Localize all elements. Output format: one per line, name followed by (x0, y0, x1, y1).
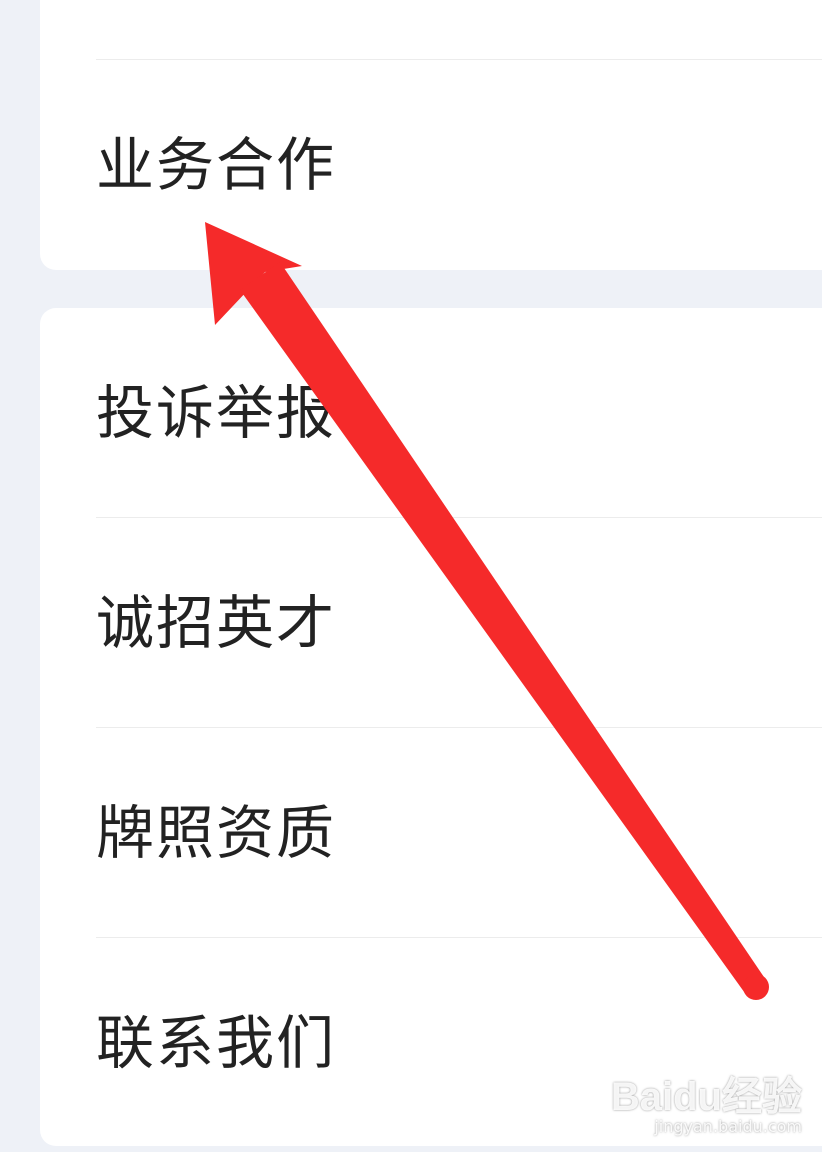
menu-item-complaint-report[interactable]: 投诉举报 (40, 308, 822, 518)
menu-card-bottom: 投诉举报 诚招英才 牌照资质 联系我们 (40, 308, 822, 1146)
menu-item-licenses[interactable]: 牌照资质 (40, 728, 822, 938)
baidu-watermark: Baidu经验 jingyan.baidu.com (611, 1077, 802, 1136)
menu-item-label: 投诉举报 (96, 379, 337, 447)
menu-item-business-cooperation[interactable]: 业务合作 (40, 60, 822, 270)
watermark-brand: Baidu经验 (610, 1074, 802, 1119)
menu-card-top: 业务合作 (40, 0, 822, 270)
menu-item-label: 业务合作 (96, 131, 337, 199)
watermark-url: jingyan.baidu.com (654, 1116, 802, 1136)
menu-item-label: 诚招英才 (96, 589, 337, 657)
menu-item-label: 联系我们 (96, 1009, 337, 1077)
menu-item-careers[interactable]: 诚招英才 (40, 518, 822, 728)
menu-item-label: 牌照资质 (96, 799, 337, 867)
